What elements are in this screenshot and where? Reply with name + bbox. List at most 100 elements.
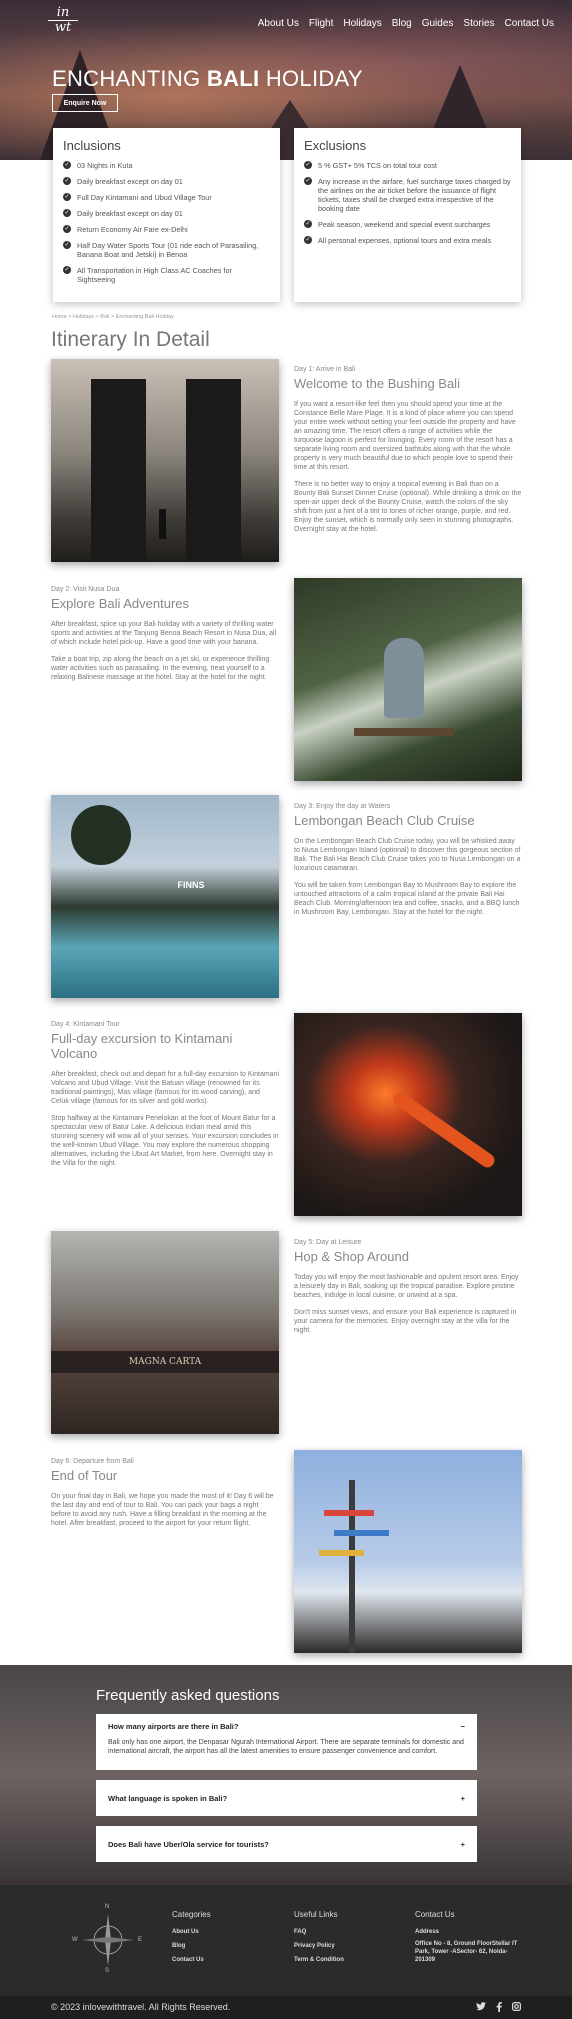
footer-link-blog[interactable]: Blog xyxy=(172,1943,211,1949)
nav-guides[interactable]: Guides xyxy=(422,18,454,29)
day-paragraph: Today you will enjoy the most fashionabl… xyxy=(294,1274,519,1299)
beach-club-pool-photo: FINNS xyxy=(51,795,279,998)
faq-title: Frequently asked questions xyxy=(96,1687,280,1704)
footer-link-faq[interactable]: FAQ xyxy=(294,1929,344,1935)
faq-item-airports[interactable]: How many airports are there in Bali? − Ba… xyxy=(96,1714,477,1770)
address-label: Address xyxy=(415,1929,440,1935)
breadcrumb[interactable]: Home > Holidays > Bali > Enchanting Bali… xyxy=(52,314,174,320)
faq-item-uber[interactable]: Does Bali have Uber/Ola service for tour… xyxy=(96,1826,477,1862)
check-icon: ✓ xyxy=(63,225,71,233)
nav-about-us[interactable]: About Us xyxy=(258,18,299,29)
day-6-block: Day 6: Departure from Bali End of Tour O… xyxy=(51,1458,279,1536)
site-logo[interactable]: in wt xyxy=(48,6,78,40)
main-nav: About Us Flight Holidays Blog Guides Sto… xyxy=(258,18,554,29)
day-title: End of Tour xyxy=(51,1468,118,1483)
nav-blog[interactable]: Blog xyxy=(392,18,412,29)
footer-link-about[interactable]: About Us xyxy=(172,1929,211,1935)
check-icon: ✓ xyxy=(63,266,71,274)
exclusions-title: Exclusions xyxy=(304,138,367,153)
inclusions-title: Inclusions xyxy=(63,138,121,153)
check-icon: ✓ xyxy=(304,161,312,169)
exclusion-item: ✓ All personal expenses, optional tours a… xyxy=(304,236,492,245)
copyright: © 2023 inlovewithtravel. All Rights Rese… xyxy=(51,2002,231,2012)
inclusion-item: ✓ 03 Nights in Kuta xyxy=(63,161,133,170)
jungle-swing-photo xyxy=(294,578,522,781)
footer-link-privacy[interactable]: Privacy Policy xyxy=(294,1943,344,1949)
footer-categories: Categories About Us Blog Contact Us xyxy=(172,1910,211,1971)
day-4-block: Day 4: Kintamani Tour Full-day excursion… xyxy=(51,1021,279,1176)
exclusion-item: ✓ Any increase in the airfare, fuel surch… xyxy=(304,177,511,213)
enquire-now-button[interactable]: Enquire Now xyxy=(52,94,118,112)
inclusions-card: Inclusions ✓ 03 Nights in Kuta ✓ Daily brea… xyxy=(53,128,280,302)
bali-temple-gate-photo xyxy=(51,359,279,562)
check-icon: ✓ xyxy=(63,241,71,249)
expand-icon[interactable]: + xyxy=(461,1840,465,1849)
day-paragraph: After breakfast, check out and depart fo… xyxy=(51,1071,280,1105)
faq-question[interactable]: What language is spoken in Bali? xyxy=(108,1794,227,1803)
expand-icon[interactable]: + xyxy=(461,1794,465,1803)
signpost-photo xyxy=(294,1450,522,1653)
footer-heading: Contact Us xyxy=(415,1910,455,1919)
day-paragraph: There is no better way to enjoy a tropic… xyxy=(294,481,522,533)
exclusion-item: ✓ Peak season, weekend and special event … xyxy=(304,220,491,229)
day-paragraph: Stop halfway at the Kintamani Penelokan … xyxy=(51,1115,279,1167)
check-icon: ✓ xyxy=(304,177,312,185)
day-label: Day 1: Arrive in Bali xyxy=(294,366,356,373)
facebook-icon[interactable] xyxy=(496,2002,502,2014)
exclusions-card: Exclusions ✓ 5 % GST+ 5% TCS on total tou… xyxy=(294,128,521,302)
faq-answer: Bali only has one airport, the Denpasar … xyxy=(108,1739,464,1755)
footer-heading: Categories xyxy=(172,1910,211,1919)
day-label: Day 5: Day at Leisure xyxy=(294,1239,362,1246)
day-title: Hop & Shop Around xyxy=(294,1249,409,1264)
check-icon: ✓ xyxy=(304,220,312,228)
day-title: Welcome to the Bushing Bali xyxy=(294,376,460,391)
faq-question[interactable]: Does Bali have Uber/Ola service for tour… xyxy=(108,1840,269,1849)
hero-title: ENCHANTING BALI HOLIDAY xyxy=(52,66,363,91)
nav-stories[interactable]: Stories xyxy=(463,18,494,29)
inclusions-list: ✓ 03 Nights in Kuta ✓ Daily breakfast excep… xyxy=(63,161,270,284)
day-2-block: Day 2: Visit Nusa Dua Explore Bali Adven… xyxy=(51,586,279,690)
street-shop-photo: MAGNA CARTA xyxy=(51,1231,279,1434)
faq-item-language[interactable]: What language is spoken in Bali? + xyxy=(96,1780,477,1816)
day-paragraph: On your final day in Bali, we hope you m… xyxy=(51,1493,274,1527)
day-paragraph: After breakfast, spice up your Bali holi… xyxy=(51,621,277,646)
compass-logo: N S E W xyxy=(72,1904,143,1974)
address-text: Office No - 8, Ground FloorStellar IT Pa… xyxy=(415,1941,518,1963)
day-title: Lembongan Beach Club Cruise xyxy=(294,813,475,828)
footer-heading: Useful Links xyxy=(294,1910,338,1919)
inclusion-item: ✓ Daily breakfast except on day 01 xyxy=(63,209,183,218)
inclusion-item: ✓ Return Economy Air Fare ex-Delhi xyxy=(63,225,188,234)
day-label: Day 2: Visit Nusa Dua xyxy=(51,586,120,593)
day-paragraph: You will be taken from Lembongan Bay to … xyxy=(294,882,520,916)
exclusions-list: ✓ 5 % GST+ 5% TCS on total tour cost ✓ Any … xyxy=(304,161,511,245)
footer-useful-links: Useful Links FAQ Privacy Policy Term & C… xyxy=(294,1910,344,1971)
finns-sign: FINNS xyxy=(177,880,205,890)
check-icon: ✓ xyxy=(63,209,71,217)
day-label: Day 3: Enjoy the day at Waters xyxy=(294,803,391,810)
lava-flow-photo xyxy=(294,1013,522,1216)
check-icon: ✓ xyxy=(63,161,71,169)
day-title: Full-day excursion to Kintamani Volcano xyxy=(51,1031,233,1061)
nav-flight[interactable]: Flight xyxy=(309,18,333,29)
nav-contact-us[interactable]: Contact Us xyxy=(505,18,554,29)
exclusion-item: ✓ 5 % GST+ 5% TCS on total tour cost xyxy=(304,161,437,170)
day-paragraph: Don't miss sunset views, and ensure your… xyxy=(294,1309,517,1334)
day-label: Day 6: Departure from Bali xyxy=(51,1458,134,1465)
check-icon: ✓ xyxy=(63,193,71,201)
day-1-block: Day 1: Arrive in Bali Welcome to the Bus… xyxy=(294,366,522,542)
footer-link-terms[interactable]: Term & Condition xyxy=(294,1957,344,1963)
magna-carta-sign: MAGNA CARTA xyxy=(51,1351,279,1373)
nav-holidays[interactable]: Holidays xyxy=(343,18,381,29)
day-paragraph: Take a boat trip, zip along the beach on… xyxy=(51,656,270,681)
day-3-block: Day 3: Enjoy the day at Waters Lembongan… xyxy=(294,803,522,925)
collapse-icon[interactable]: − xyxy=(461,1722,465,1731)
day-paragraph: On the Lembongan Beach Club Cruise today… xyxy=(294,838,521,872)
footer-link-contact[interactable]: Contact Us xyxy=(172,1957,211,1963)
twitter-icon[interactable] xyxy=(476,2002,486,2013)
faq-question[interactable]: How many airports are there in Bali? xyxy=(108,1722,238,1731)
instagram-icon[interactable] xyxy=(512,2002,522,2013)
inclusion-item: ✓ Full Day Kintamani and Ubud Village Tou… xyxy=(63,193,212,202)
check-icon: ✓ xyxy=(304,236,312,244)
inclusion-item: ✓ Half Day Water Sports Tour (01 ride eac… xyxy=(63,241,259,259)
inclusion-item: ✓ Daily breakfast except on day 01 xyxy=(63,177,183,186)
